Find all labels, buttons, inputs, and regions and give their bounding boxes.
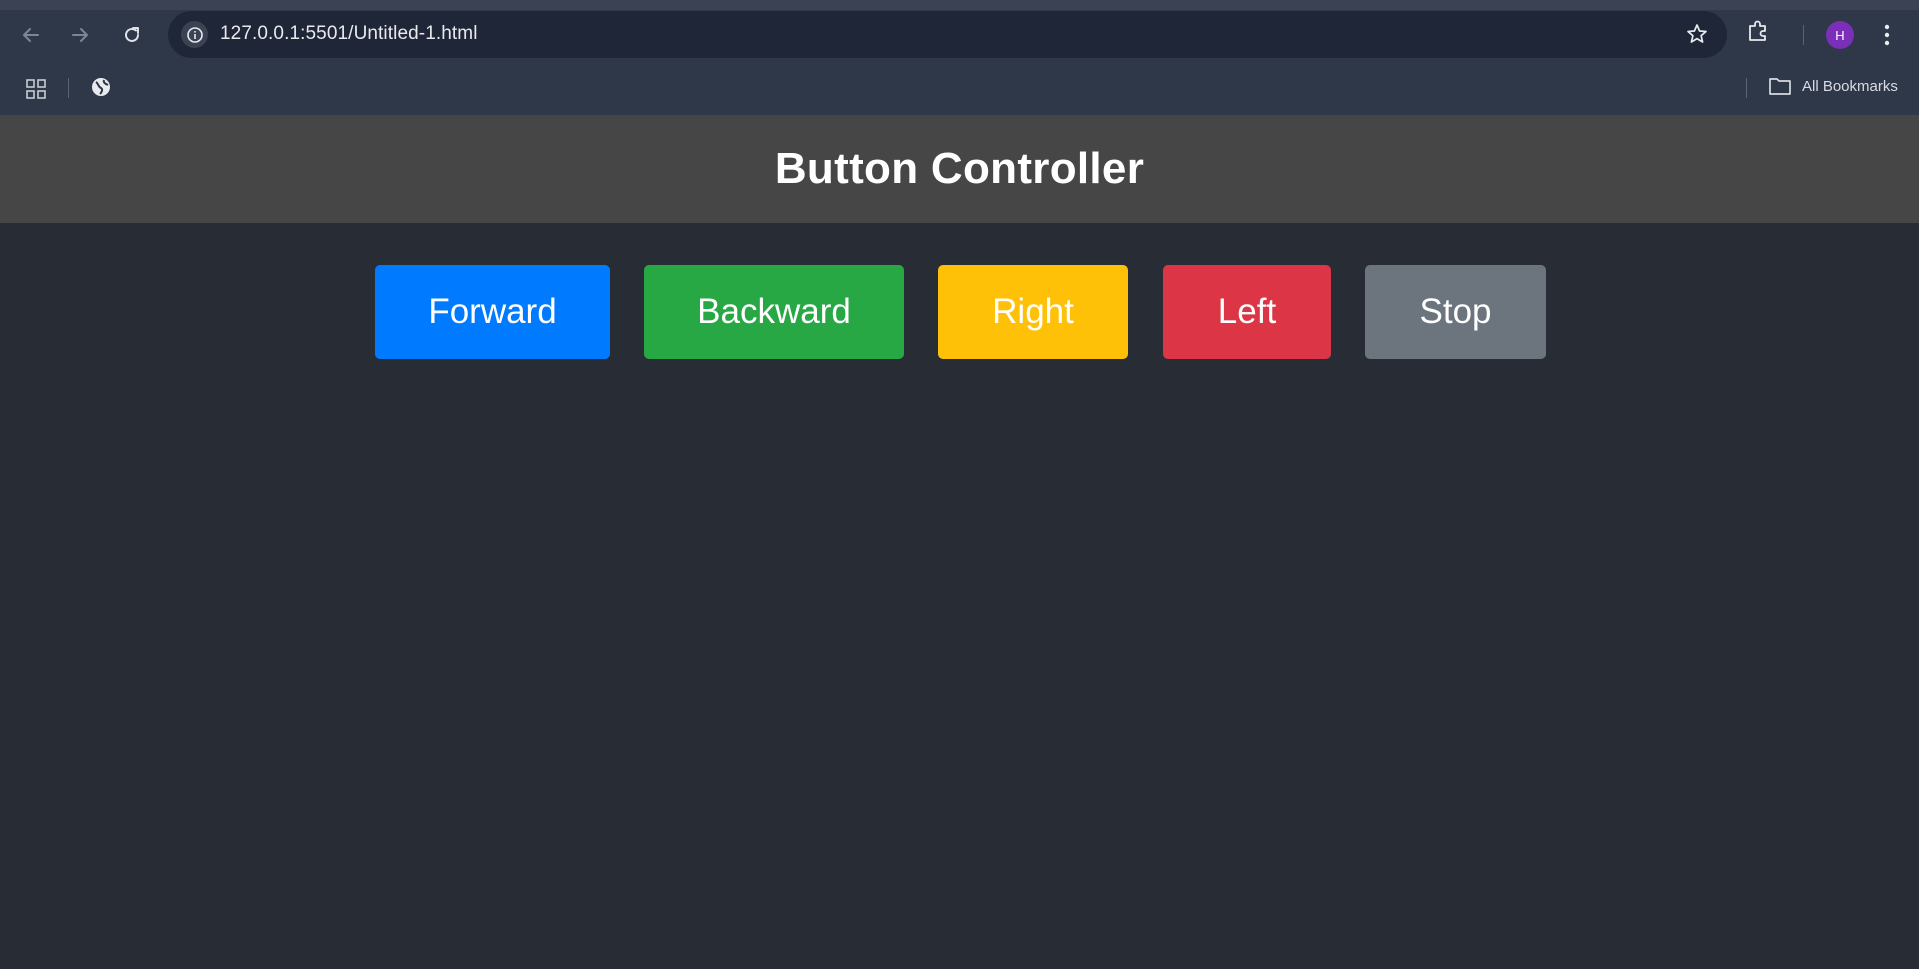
- folder-icon: [1769, 78, 1791, 95]
- extensions-icon: [1749, 20, 1766, 41]
- bookmarks-bar: [0, 70, 1919, 115]
- browser-menu-button[interactable]: [1882, 22, 1892, 53]
- globe-icon: [92, 78, 110, 96]
- left-button[interactable]: Left: [1163, 265, 1331, 359]
- reload-icon: [125, 27, 139, 42]
- stop-button[interactable]: Stop: [1365, 265, 1546, 359]
- forward-icon: [72, 28, 88, 42]
- tab-strip: [0, 0, 1919, 10]
- extensions-button[interactable]: [1745, 18, 1771, 49]
- bookmarks-right-divider: [1746, 78, 1747, 98]
- star-icon: [1687, 24, 1707, 43]
- profile-avatar[interactable]: H: [1826, 21, 1854, 49]
- address-bar[interactable]: 127.0.0.1:5501/Untitled-1.html: [168, 11, 1727, 58]
- all-bookmarks-button[interactable]: All Bookmarks: [1768, 76, 1898, 96]
- all-bookmarks-label: All Bookmarks: [1802, 77, 1898, 95]
- reload-button[interactable]: [114, 17, 150, 53]
- url-text: 127.0.0.1:5501/Untitled-1.html: [220, 23, 478, 44]
- apps-button[interactable]: [24, 77, 48, 106]
- page-title: Button Controller: [774, 144, 1145, 193]
- back-button[interactable]: [13, 17, 49, 53]
- right-button[interactable]: Right: [938, 265, 1128, 359]
- page-header: Button Controller: [0, 115, 1919, 223]
- backward-button[interactable]: Backward: [644, 265, 904, 359]
- site-info-button[interactable]: [181, 21, 208, 48]
- back-icon: [23, 28, 39, 42]
- bookmark-globe[interactable]: [90, 76, 112, 103]
- bookmark-star-button[interactable]: [1685, 22, 1709, 51]
- bookmarks-divider: [68, 78, 69, 98]
- forward-nav-button[interactable]: [62, 17, 98, 53]
- menu-icon: [1884, 24, 1890, 46]
- site-info-icon: [186, 26, 203, 43]
- browser-toolbar: 127.0.0.1:5501/Untitled-1.html H: [0, 0, 1919, 70]
- forward-button[interactable]: Forward: [375, 265, 610, 359]
- toolbar-divider: [1803, 25, 1804, 45]
- apps-icon: [26, 79, 46, 99]
